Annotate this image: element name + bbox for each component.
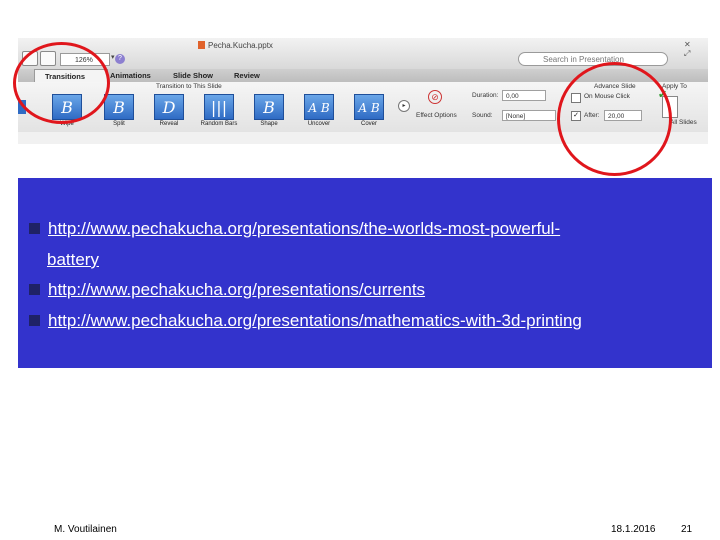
random-bars-transition-icon: ||| [204,94,234,120]
shape-transition-icon: B [254,94,284,120]
effect-options-label: Effect Options [416,112,457,119]
reveal-label: Reveal [159,121,179,127]
search-field: Search in Presentation [518,52,668,66]
tab-review: Review [234,71,260,80]
random-bars-label: Random Bars [200,121,238,127]
duration-field: 0,00 [502,90,546,101]
link-mathematics-3d-printing[interactable]: http://www.pechakucha.org/presentations/… [48,311,582,331]
split-label: Split [113,121,125,127]
bullet-2 [29,284,40,295]
uncover-label: Uncover [307,121,331,127]
link-worlds-most-powerful-battery[interactable]: http://www.pechakucha.org/presentations/… [48,219,560,239]
pptx-file-icon [198,41,205,49]
tab-slide-show: Slide Show [173,71,214,80]
uncover-transition-icon: A B [304,94,334,120]
all-slides-label: All Slides [670,119,697,126]
links-box [18,178,712,368]
zoom-dropdown-icon: ▾ [111,54,115,61]
cover-label: Cover [360,121,377,127]
highlight-circle-right [557,62,672,176]
help-icon: ? [115,54,125,64]
effect-options-icon: ⊘ [428,90,442,104]
reveal-transition-icon: D [154,94,184,120]
bullet-3 [29,315,40,326]
sound-label: Sound: [472,112,493,119]
footer-author: M. Voutilainen [54,524,117,535]
highlight-circle-left [13,42,110,124]
gallery-more-icon: ▸ [398,100,410,112]
group-title: Transition to This Slide [156,83,222,90]
link-worlds-most-powerful-battery-cont[interactable]: battery [47,250,99,270]
footer-date: 18.1.2016 [611,524,656,535]
duration-label: Duration: [472,92,499,99]
tab-animations: Animations [110,71,151,80]
window-controls-icon: ✕ ⤢ [684,40,691,58]
footer-page-number: 21 [681,524,693,535]
shape-label: Shape [260,121,278,127]
bullet-1 [29,223,40,234]
split-transition-icon: B [104,94,134,120]
sound-field: [None] [502,110,556,121]
document-title: Pecha.Kucha.pptx [198,41,273,50]
link-currents[interactable]: http://www.pechakucha.org/presentations/… [48,280,425,300]
cover-transition-icon: A B [354,94,384,120]
